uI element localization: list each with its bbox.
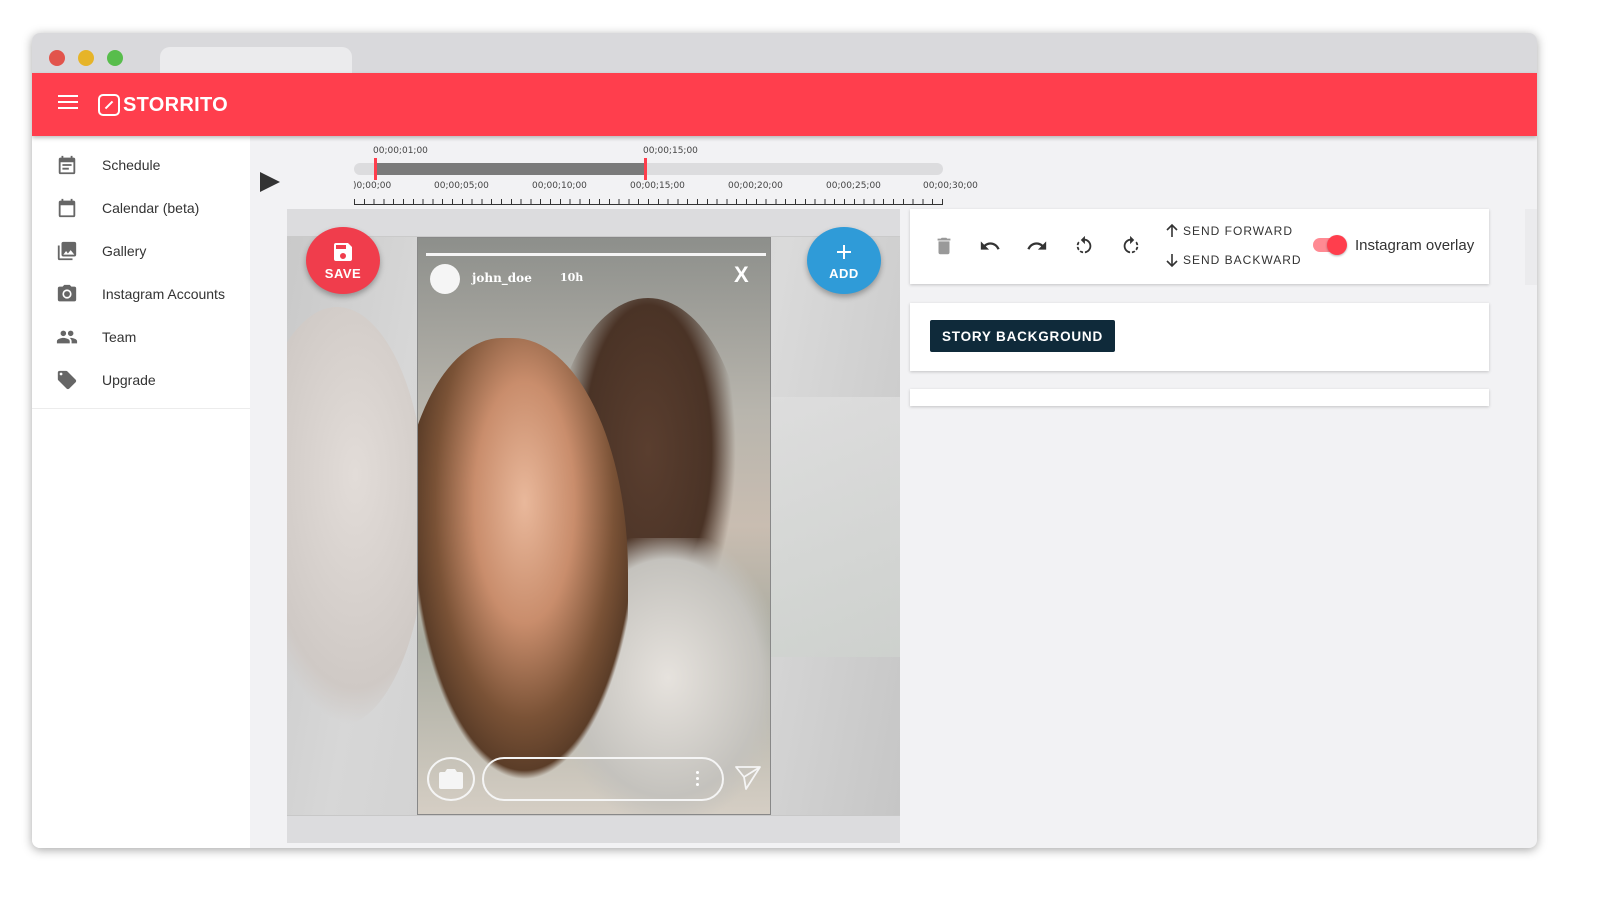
- schedule-icon: [32, 154, 102, 176]
- browser-chrome: [32, 33, 1537, 75]
- sidebar-item-label: Team: [102, 328, 137, 345]
- save-label: SAVE: [324, 266, 362, 281]
- story-username: john_doe: [472, 271, 532, 285]
- team-icon: [32, 326, 102, 348]
- save-icon: [334, 243, 352, 261]
- maximize-window-button[interactable]: [107, 50, 123, 66]
- faded-wall: [760, 397, 900, 657]
- logo-icon: [98, 94, 120, 116]
- send-icon: [735, 766, 761, 790]
- tag-icon: [32, 369, 102, 391]
- avatar: [430, 264, 460, 294]
- ruler-tick-label: 00;00;10;00: [532, 181, 587, 191]
- ruler-tick-label: 00;00;20;00: [728, 181, 783, 191]
- browser-tab[interactable]: [160, 47, 352, 75]
- arrow-up-icon: [1166, 223, 1178, 237]
- editor-canvas[interactable]: john_doe 10h X: [287, 209, 900, 843]
- sidebar-item-calendar[interactable]: Calendar (beta): [32, 186, 250, 229]
- sidebar-item-label: Calendar (beta): [102, 199, 200, 216]
- right-scrollbar[interactable]: [1525, 209, 1537, 285]
- add-label: ADD: [829, 266, 859, 281]
- sidebar-item-schedule[interactable]: Schedule: [32, 143, 250, 186]
- send-forward-button[interactable]: SEND FORWARD: [1164, 223, 1293, 239]
- calendar-icon: [32, 197, 102, 219]
- gallery-icon: [32, 240, 102, 262]
- element-toolbar: SEND FORWARD SEND BACKWARD Instagram ove…: [910, 209, 1489, 284]
- sidebar-nav: Schedule Calendar (beta) Gallery Instagr…: [32, 136, 250, 409]
- play-button[interactable]: [260, 172, 280, 192]
- story-background-button[interactable]: STORY BACKGROUND: [930, 320, 1115, 352]
- arrow-down-icon: [1166, 254, 1178, 268]
- background-panel: STORY BACKGROUND: [910, 303, 1489, 371]
- plus-icon: [837, 245, 851, 259]
- close-window-button[interactable]: [49, 50, 65, 66]
- sidebar-item-label: Schedule: [102, 156, 161, 173]
- timeline-ruler[interactable]: [354, 193, 943, 205]
- trash-icon: [937, 237, 951, 255]
- app-logo[interactable]: STORRITO: [98, 92, 228, 118]
- ruler-tick-label: 00;00;15;00: [630, 181, 685, 191]
- browser-window: STORRITO Schedule Calendar (beta) Galler…: [32, 33, 1537, 848]
- ruler-tick-label: )0;00;00: [353, 181, 392, 191]
- timeline: 00;00;01;00 00;00;15;00 )0;00;00 00;00;0…: [250, 136, 1537, 209]
- sidebar-item-instagram-accounts[interactable]: Instagram Accounts: [32, 272, 250, 315]
- rotate-right-button[interactable]: [1119, 234, 1143, 258]
- range-start-handle[interactable]: [374, 158, 377, 180]
- instagram-overlay-toggle[interactable]: [1313, 235, 1347, 255]
- range-end-label: 00;00;15;00: [643, 146, 698, 156]
- sidebar-item-label: Gallery: [102, 242, 147, 259]
- redo-button[interactable]: [1025, 234, 1049, 258]
- ruler-tick-label: 00;00;05;00: [434, 181, 489, 191]
- sidebar-item-label: Upgrade: [102, 371, 156, 388]
- story-message-field: [482, 757, 724, 801]
- send-backward-label: SEND BACKWARD: [1183, 253, 1302, 267]
- rotate-right-icon: [1123, 235, 1139, 254]
- timeline-selected-range[interactable]: [376, 163, 646, 175]
- sidebar-item-gallery[interactable]: Gallery: [32, 229, 250, 272]
- camera-icon: [427, 757, 475, 801]
- range-start-label: 00;00;01;00: [373, 146, 428, 156]
- sidebar-item-upgrade[interactable]: Upgrade: [32, 358, 250, 401]
- story-progress-bar: [426, 253, 766, 256]
- canvas-bottom-strip: [287, 815, 900, 843]
- empty-panel: [910, 389, 1489, 406]
- minimize-window-button[interactable]: [78, 50, 94, 66]
- app-name: STORRITO: [123, 93, 229, 116]
- rotate-left-icon: [1076, 235, 1092, 254]
- canvas-top-strip: [287, 209, 900, 237]
- menu-icon[interactable]: [58, 95, 78, 111]
- more-vertical-icon: [696, 771, 700, 789]
- send-forward-label: SEND FORWARD: [1183, 224, 1294, 238]
- save-button[interactable]: SAVE: [306, 227, 380, 294]
- instagram-overlay-label: Instagram overlay: [1355, 237, 1475, 254]
- undo-button[interactable]: [978, 234, 1002, 258]
- send-backward-button[interactable]: SEND BACKWARD: [1164, 252, 1302, 268]
- sidebar: Schedule Calendar (beta) Gallery Instagr…: [32, 136, 250, 848]
- sidebar-item-label: Instagram Accounts: [102, 285, 225, 302]
- sidebar-item-team[interactable]: Team: [32, 315, 250, 358]
- story-photo[interactable]: [418, 298, 770, 814]
- rotate-left-button[interactable]: [1072, 234, 1096, 258]
- ruler-tick-label: 00;00;30;00: [923, 181, 978, 191]
- story-preview[interactable]: john_doe 10h X: [417, 237, 771, 815]
- faded-face: [287, 307, 427, 727]
- delete-button[interactable]: [932, 234, 956, 258]
- story-time: 10h: [560, 271, 584, 284]
- undo-icon: [980, 241, 1000, 250]
- story-close-icon[interactable]: X: [734, 262, 749, 288]
- add-button[interactable]: ADD: [807, 227, 881, 294]
- app-bar: STORRITO: [32, 73, 1537, 136]
- camera-icon: [32, 283, 102, 305]
- redo-icon: [1027, 241, 1047, 250]
- range-end-handle[interactable]: [644, 158, 647, 180]
- ruler-tick-label: 00;00;25;00: [826, 181, 881, 191]
